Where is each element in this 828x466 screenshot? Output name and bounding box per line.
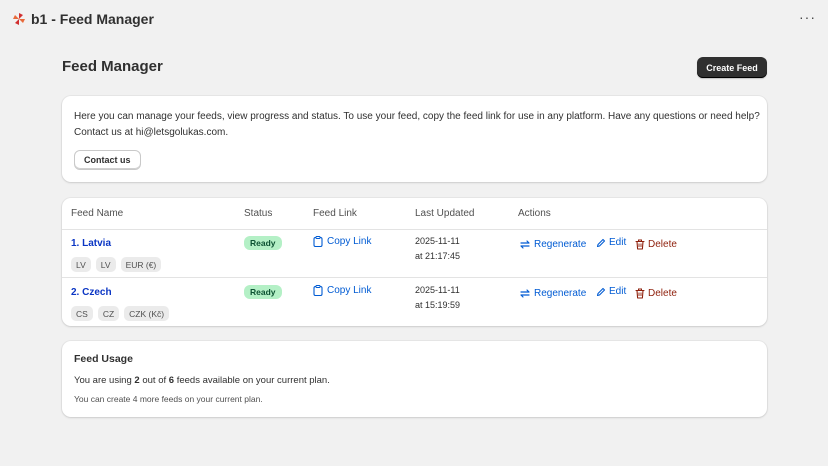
feeds-used-count: 2: [134, 375, 140, 386]
language-tag: CS: [71, 306, 93, 321]
usage-title: Feed Usage: [74, 353, 133, 365]
clipboard-icon: [313, 285, 323, 296]
copy-link-label: Copy Link: [327, 236, 372, 247]
regenerate-label: Regenerate: [534, 288, 587, 299]
column-header-status: Status: [244, 208, 273, 219]
feeds-table: Feed Name Status Feed Link Last Updated …: [62, 198, 767, 326]
copy-link-button[interactable]: Copy Link: [313, 236, 371, 247]
regenerate-label: Regenerate: [534, 239, 587, 250]
feed-tags: LV LV EUR (€): [71, 257, 162, 272]
usage-summary: You are using 2 out of 6 feeds available…: [74, 375, 755, 386]
updated-time: at 15:19:59: [415, 300, 461, 310]
column-header-feed-link: Feed Link: [313, 208, 357, 219]
intro-text: Here you can manage your feeds, view pro…: [74, 111, 760, 138]
contact-us-button[interactable]: Contact us: [74, 150, 141, 170]
status-badge: Ready: [244, 236, 282, 250]
intro-card: Here you can manage your feeds, view pro…: [62, 96, 767, 182]
country-tag: CZ: [97, 306, 120, 321]
trash-icon: [635, 239, 645, 250]
edit-button[interactable]: Edit: [596, 286, 626, 297]
currency-tag: CZK (Kč): [124, 306, 170, 321]
copy-link-button[interactable]: Copy Link: [313, 285, 371, 296]
app-title-bar: b1 - Feed Manager ···: [0, 0, 828, 38]
edit-button[interactable]: Edit: [596, 237, 626, 248]
currency-tag: EUR (€): [120, 257, 162, 272]
pencil-icon: [596, 287, 606, 297]
page-title: Feed Manager: [62, 58, 163, 75]
country-tag: LV: [95, 257, 116, 272]
feed-tags: CS CZ CZK (Kč): [71, 306, 170, 321]
language-tag: LV: [71, 257, 91, 272]
more-horizontal-icon[interactable]: ···: [799, 10, 816, 24]
feed-usage-card: Feed Usage You are using 2 out of 6 feed…: [62, 341, 767, 417]
pencil-icon: [596, 238, 606, 248]
edit-label: Edit: [609, 237, 627, 248]
feed-name-link[interactable]: 1. Latvia: [71, 238, 111, 249]
refresh-icon: [519, 288, 531, 299]
usage-remaining-note: You can create 4 more feeds on your curr…: [74, 394, 263, 404]
table-row: 1. Latvia LV LV EUR (€) Ready Copy Link …: [62, 230, 767, 278]
refresh-icon: [519, 239, 531, 250]
edit-label: Edit: [609, 286, 627, 297]
delete-label: Delete: [648, 288, 677, 299]
usage-middle: out of: [142, 375, 167, 386]
updated-date: 2025-11-11: [415, 285, 460, 295]
clipboard-icon: [313, 236, 323, 247]
updated-date: 2025-11-11: [415, 236, 460, 246]
regenerate-button[interactable]: Regenerate: [519, 288, 586, 299]
column-header-actions: Actions: [518, 208, 551, 219]
status-badge: Ready: [244, 285, 282, 299]
column-header-last-updated: Last Updated: [415, 208, 475, 219]
regenerate-button[interactable]: Regenerate: [519, 239, 586, 250]
feed-name-link[interactable]: 2. Czech: [71, 287, 112, 298]
pinwheel-logo-icon: [12, 12, 26, 26]
trash-icon: [635, 288, 645, 299]
updated-time: at 21:17:45: [415, 251, 461, 261]
delete-label: Delete: [648, 239, 677, 250]
usage-prefix: You are using: [74, 375, 132, 386]
copy-link-label: Copy Link: [327, 285, 372, 296]
delete-button[interactable]: Delete: [635, 239, 677, 250]
app-title: b1 - Feed Manager: [31, 11, 154, 27]
column-header-feed-name: Feed Name: [71, 208, 124, 219]
delete-button[interactable]: Delete: [635, 288, 677, 299]
table-header: Feed Name Status Feed Link Last Updated …: [62, 198, 767, 230]
usage-suffix: feeds available on your current plan.: [176, 375, 330, 386]
create-feed-button[interactable]: Create Feed: [697, 57, 767, 78]
feeds-total-count: 6: [168, 375, 175, 386]
table-row: 2. Czech CS CZ CZK (Kč) Ready Copy Link …: [62, 279, 767, 326]
